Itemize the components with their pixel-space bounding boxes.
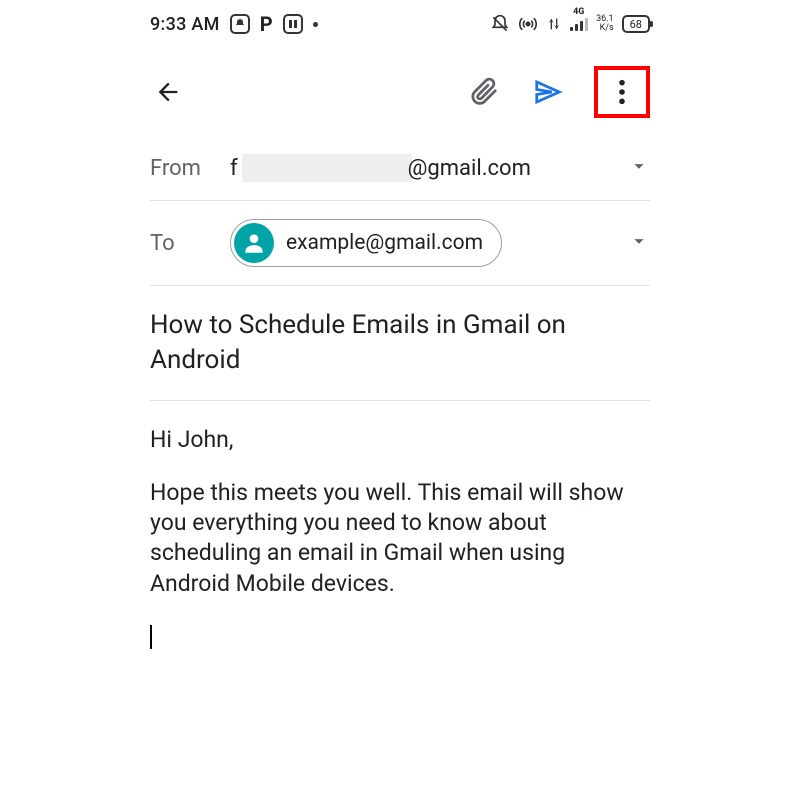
from-value: f @gmail.com: [230, 154, 628, 182]
send-button[interactable]: [530, 74, 566, 110]
subject-input[interactable]: How to Schedule Emails in Gmail on Andro…: [150, 308, 650, 378]
send-icon: [533, 77, 563, 107]
body-input[interactable]: Hi John, Hope this meets you well. This …: [150, 425, 650, 651]
recipient-chip[interactable]: example@gmail.com: [230, 219, 502, 267]
subject-row[interactable]: How to Schedule Emails in Gmail on Andro…: [150, 286, 650, 401]
to-row[interactable]: To example@gmail.com: [150, 201, 650, 286]
network-speed: 36.1 K/s: [596, 15, 614, 33]
recipient-email: example@gmail.com: [286, 231, 483, 255]
pandora-app-icon: P: [260, 12, 273, 36]
compose-toolbar: [0, 44, 800, 136]
body-paragraph: Hope this meets you well. This email wil…: [150, 478, 650, 599]
status-clock: 9:33 AM: [150, 14, 220, 35]
paperclip-icon: [469, 77, 499, 107]
status-bar: 9:33 AM P 4G 36.1 K/s 68: [0, 0, 800, 44]
cellular-signal-icon: 4G: [570, 17, 588, 31]
notification-app-icon: [230, 14, 250, 34]
arrow-left-icon: [154, 78, 182, 106]
redacted-region: [242, 154, 412, 182]
expand-to-button[interactable]: [628, 230, 650, 256]
highlight-annotation: [594, 66, 650, 118]
to-label: To: [150, 231, 230, 256]
speed-unit: K/s: [596, 24, 614, 33]
from-label: From: [150, 156, 230, 181]
hotspot-icon: [518, 14, 538, 34]
status-right: 4G 36.1 K/s 68: [490, 14, 650, 34]
more-options-button[interactable]: [604, 74, 640, 110]
from-row[interactable]: From f @gmail.com: [150, 136, 650, 201]
data-arrows-icon: [546, 15, 562, 33]
more-notifications-icon: [313, 22, 318, 27]
attach-button[interactable]: [466, 74, 502, 110]
from-prefix: f: [230, 156, 238, 181]
body-greeting: Hi John,: [150, 425, 650, 455]
chevron-down-icon: [628, 230, 650, 252]
network-type: 4G: [573, 7, 584, 17]
battery-level: 68: [630, 18, 642, 31]
back-button[interactable]: [150, 74, 186, 110]
battery-icon: 68: [622, 15, 650, 33]
avatar-icon: [234, 223, 274, 263]
notification-app-icon-2: [283, 14, 303, 34]
status-left: 9:33 AM P: [150, 12, 318, 36]
text-cursor: [150, 625, 152, 649]
dnd-icon: [490, 14, 510, 34]
from-suffix: @gmail.com: [408, 156, 531, 181]
chevron-down-icon: [628, 155, 650, 177]
body-row[interactable]: Hi John, Hope this meets you well. This …: [150, 401, 650, 675]
expand-from-button[interactable]: [628, 155, 650, 181]
more-vertical-icon: [618, 78, 626, 106]
